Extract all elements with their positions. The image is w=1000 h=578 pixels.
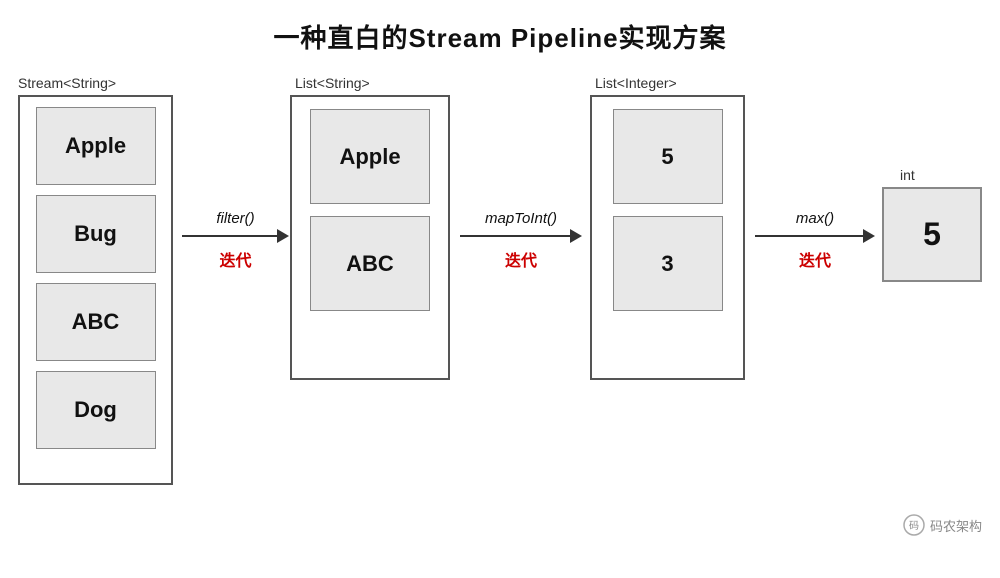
stream-item-bug: Bug (36, 195, 156, 273)
watermark-icon: 码 (903, 514, 925, 536)
stream-box: Apple Bug ABC Dog (18, 95, 173, 485)
stream-label: Stream<String> (18, 75, 116, 91)
list-int-label: List<Integer> (595, 75, 677, 91)
list-string-label: List<String> (295, 75, 370, 91)
mapToInt-iter-label: 迭代 (505, 247, 537, 271)
filter-arrow-group: filter() 迭代 (182, 210, 289, 271)
int-label: int (900, 167, 915, 183)
main-title: 一种直白的Stream Pipeline实现方案 (0, 0, 1000, 55)
stream-item-abc: ABC (36, 283, 156, 361)
list-item-apple: Apple (310, 109, 430, 204)
filter-fn-label: filter() (216, 210, 254, 227)
int-result-box: 5 (882, 187, 982, 282)
stream-item-dog: Dog (36, 371, 156, 449)
mapToInt-arrow-group: mapToInt() 迭代 (460, 210, 582, 271)
stream-item-apple: Apple (36, 107, 156, 185)
mapToInt-fn-label: mapToInt() (485, 210, 557, 227)
svg-text:码: 码 (909, 520, 919, 532)
max-iter-label: 迭代 (799, 247, 831, 271)
list-string-box: Apple ABC (290, 95, 450, 380)
max-arrow-group: max() 迭代 (755, 210, 875, 271)
max-fn-label: max() (796, 210, 834, 227)
list-int-item-5: 5 (613, 109, 723, 204)
watermark: 码 码农架构 (903, 514, 982, 536)
list-item-abc: ABC (310, 216, 430, 311)
list-int-item-3: 3 (613, 216, 723, 311)
filter-iter-label: 迭代 (219, 247, 251, 271)
list-int-box: 5 3 (590, 95, 745, 380)
